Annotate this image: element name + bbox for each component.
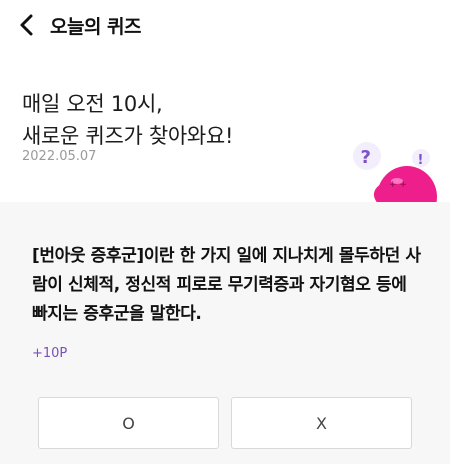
back-button[interactable] [14,10,42,40]
hero-line-1: 매일 오전 10시, [22,92,163,116]
quiz-date: 2022.05.07 [22,149,97,164]
chevron-left-icon [20,14,33,36]
quiz-question: [번아웃 증후군]이란 한 가지 일에 지나치게 몰두하던 사람이 신체적, 정… [32,246,421,324]
quiz-panel: [번아웃 증후군]이란 한 가지 일에 지나치게 몰두하던 사람이 신체적, 정… [0,202,450,464]
answer-o-button[interactable]: O [38,397,219,449]
page-title: 오늘의 퀴즈 [50,16,142,38]
answer-x-label: X [316,413,327,433]
hero-line-2: 새로운 퀴즈가 찾아와요! [22,124,234,148]
svg-text:!: ! [418,153,424,168]
svg-text:+ +: + + [389,180,407,190]
reward-points: +10P [32,346,68,361]
svg-text:?: ? [361,147,371,168]
answer-o-label: O [122,413,135,433]
quiz-mascot-illustration: ? ! + + [345,135,450,205]
answer-x-button[interactable]: X [231,397,412,449]
header: 오늘의 퀴즈 [0,0,450,52]
